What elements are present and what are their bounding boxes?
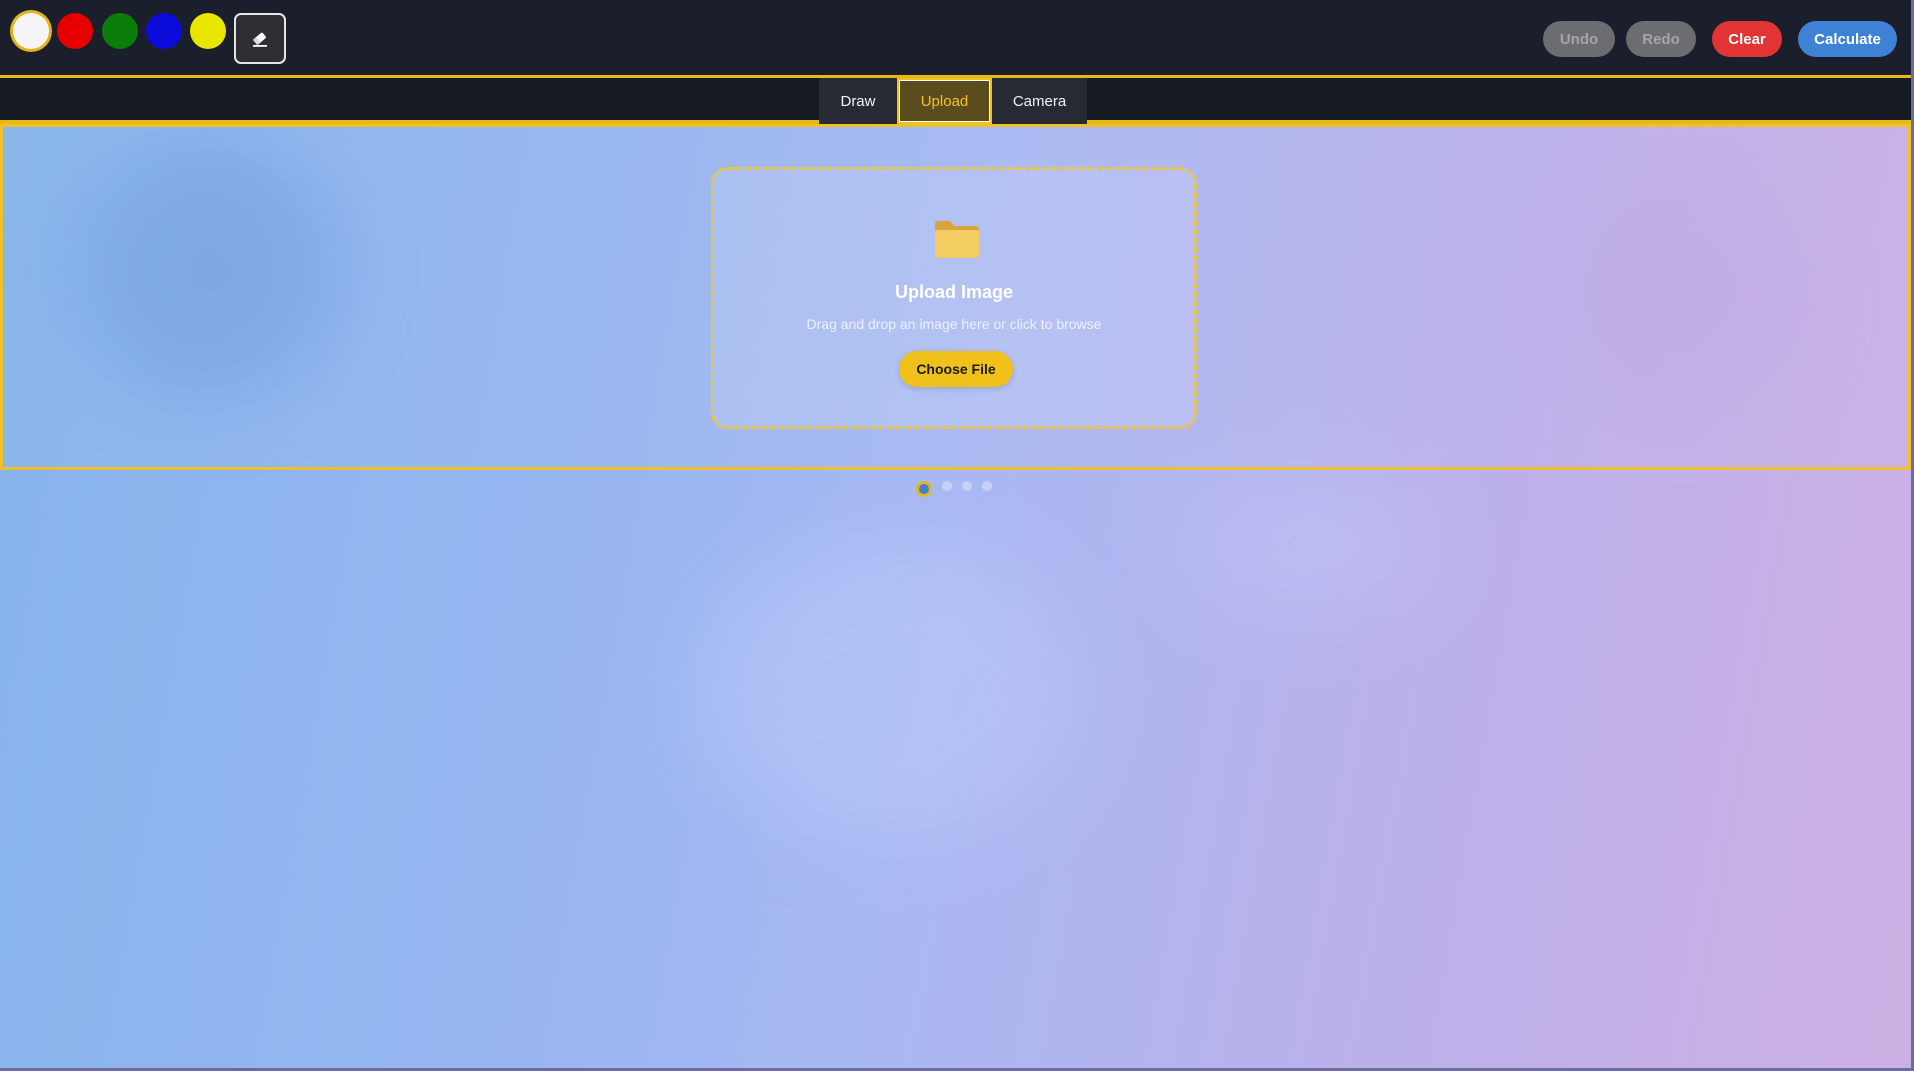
app-window: Undo Redo Clear Calculate Draw Upload Ca…: [0, 0, 1914, 1071]
mode-tabs: Draw Upload Camera: [819, 78, 1087, 124]
calculate-button[interactable]: Calculate: [1798, 21, 1897, 57]
upload-subtitle: Drag and drop an image here or click to …: [806, 316, 1102, 332]
color-swatch-red[interactable]: [57, 13, 93, 49]
tab-draw[interactable]: Draw: [819, 78, 897, 124]
color-swatch-yellow[interactable]: [190, 13, 226, 49]
redo-button[interactable]: Redo: [1626, 21, 1696, 57]
eraser-icon: [253, 32, 267, 47]
color-swatch-white[interactable]: [13, 13, 49, 49]
clear-button[interactable]: Clear: [1712, 21, 1782, 57]
page-dot-2[interactable]: [942, 481, 952, 491]
folder-icon: [935, 221, 979, 258]
page-dot-3[interactable]: [962, 481, 972, 491]
choose-file-button[interactable]: Choose File: [899, 351, 1013, 387]
upload-dropzone[interactable]: Upload Image Drag and drop an image here…: [711, 167, 1197, 429]
undo-button[interactable]: Undo: [1543, 21, 1615, 57]
toolbar: Undo Redo Clear Calculate: [0, 0, 1911, 78]
background-blur: [700, 540, 1080, 840]
tab-camera[interactable]: Camera: [992, 78, 1087, 124]
color-swatch-green[interactable]: [102, 13, 138, 49]
tab-upload[interactable]: Upload: [897, 78, 992, 124]
upload-title: Upload Image: [894, 282, 1014, 302]
eraser-button[interactable]: [234, 13, 286, 64]
background-blur: [1180, 470, 1440, 620]
page-dot-4[interactable]: [982, 481, 992, 491]
tab-bar: Draw Upload Camera: [0, 78, 1911, 124]
color-swatch-blue[interactable]: [146, 13, 182, 49]
page-dot-1-active[interactable]: [916, 481, 932, 497]
